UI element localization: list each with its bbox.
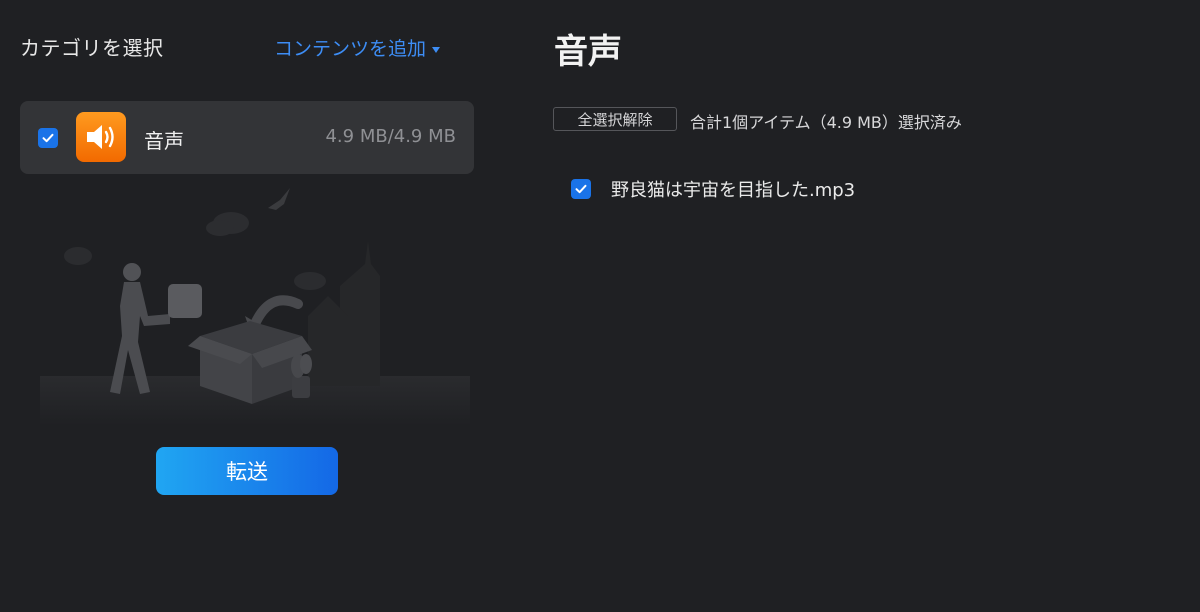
- category-checkbox[interactable]: [38, 128, 58, 148]
- caret-down-icon: [432, 46, 441, 53]
- category-label: 音声: [144, 129, 184, 153]
- file-name: 野良猫は宇宙を目指した.mp3: [611, 180, 856, 201]
- file-row[interactable]: 野良猫は宇宙を目指した.mp3: [571, 176, 855, 202]
- selection-summary: 合計1個アイテム（4.9 MB）選択済み: [690, 113, 962, 132]
- page-title: 音声: [554, 32, 622, 72]
- checkmark-icon: [42, 133, 54, 143]
- add-content-label: コンテンツを追加: [274, 38, 427, 60]
- category-size: 4.9 MB/4.9 MB: [325, 126, 456, 147]
- transfer-button[interactable]: 転送: [156, 447, 338, 495]
- checkmark-icon: [575, 184, 587, 194]
- add-content-dropdown[interactable]: コンテンツを追加: [274, 34, 441, 61]
- category-section-title: カテゴリを選択: [20, 36, 164, 60]
- app-window: カテゴリを選択 コンテンツを追加 音声 4.9 MB/4.9 MB 転送 音声 …: [0, 0, 1200, 612]
- category-item-audio[interactable]: 音声 4.9 MB/4.9 MB: [20, 101, 474, 174]
- speaker-icon: [76, 112, 126, 162]
- transfer-illustration: [40, 188, 470, 426]
- file-checkbox[interactable]: [571, 179, 591, 199]
- deselect-all-button[interactable]: 全選択解除: [553, 107, 677, 131]
